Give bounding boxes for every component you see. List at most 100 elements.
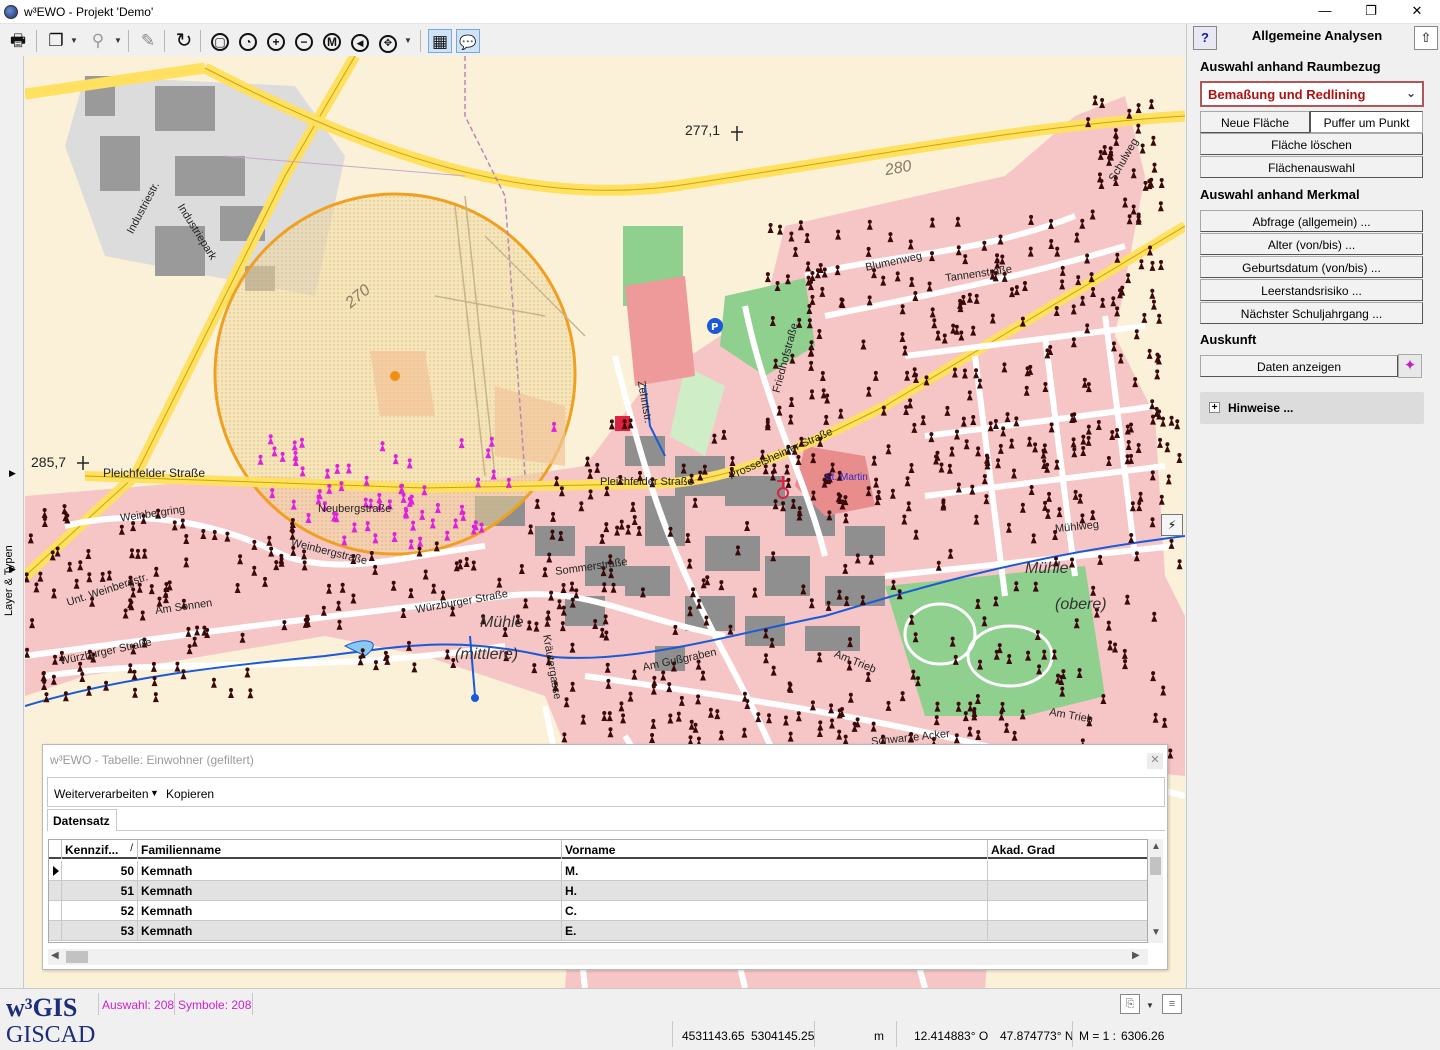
buffer-center-point[interactable]: [390, 371, 400, 381]
schuljahrgang-button[interactable]: Nächster Schuljahrgang ...: [1200, 302, 1423, 324]
street-label: Pleichfelder Straße: [103, 466, 206, 480]
table-window[interactable]: w³EWO - Tabelle: Einwohner (gefiltert) ✕…: [42, 744, 1168, 970]
table-close-button[interactable]: ✕: [1147, 753, 1163, 769]
vertical-scrollbar[interactable]: ▲ ▼: [1148, 839, 1163, 943]
column-header-familienname[interactable]: Familienname: [138, 840, 562, 859]
raumbezug-select[interactable]: Bemaßung und Redlining ⌄: [1200, 81, 1424, 107]
zoom-out-icon[interactable]: −: [292, 29, 316, 53]
chevron-down-icon[interactable]: ▼: [114, 36, 122, 45]
symbol-count: Symbole: 208: [178, 998, 252, 1012]
chevron-down-icon[interactable]: ▼: [70, 36, 78, 45]
cell-kennziffer[interactable]: 53: [62, 921, 138, 941]
leerstandsrisiko-button[interactable]: Leerstandsrisiko ...: [1200, 279, 1423, 301]
section-raumbezug: Auswahl anhand Raumbezug: [1200, 59, 1381, 74]
resident-symbol-body: [372, 663, 379, 671]
neue-flaeche-button[interactable]: Neue Fläche: [1200, 111, 1310, 133]
zoom-previous-icon[interactable]: ◔: [236, 29, 260, 53]
horizontal-scrollbar[interactable]: ◀ ▶: [48, 949, 1148, 965]
minimize-button[interactable]: —: [1302, 0, 1348, 24]
zoom-full-icon[interactable]: ▢: [208, 29, 232, 53]
table-row[interactable]: 51 Kemnath H.: [49, 881, 1147, 901]
column-header-vorname[interactable]: Vorname: [562, 840, 988, 859]
cell-familienname[interactable]: Kemnath: [138, 921, 562, 941]
cell-vorname[interactable]: E.: [562, 921, 988, 941]
layer-panel-strip[interactable]: ▶ Layer & Typen ▶: [0, 56, 24, 988]
list-icon[interactable]: ≡: [1162, 994, 1182, 1014]
zoom-lens-icon[interactable]: ⚲: [86, 29, 110, 53]
cell-kennziffer[interactable]: 50: [62, 861, 138, 881]
close-button[interactable]: ✕: [1394, 0, 1440, 24]
daten-anzeigen-button[interactable]: Daten anzeigen: [1200, 355, 1398, 377]
restore-button[interactable]: ❐: [1348, 0, 1394, 24]
scale-value[interactable]: 6306.26: [1121, 1029, 1164, 1043]
export-icon[interactable]: ⎘: [1120, 994, 1140, 1014]
scroll-thumb[interactable]: [66, 951, 88, 963]
cell-vorname[interactable]: H.: [562, 881, 988, 901]
resident-symbol-body: [1141, 315, 1148, 323]
scroll-thumb[interactable]: [1150, 857, 1161, 875]
tab-datensatz[interactable]: Datensatz: [47, 809, 117, 831]
resident-symbol-body: [132, 690, 139, 698]
resident-symbol-body: [1157, 263, 1164, 271]
street-label: Pleichfelder Straße: [600, 476, 694, 488]
row-indicator: [49, 881, 62, 901]
chevron-down-icon[interactable]: ▼: [150, 788, 159, 798]
cell-familienname[interactable]: Kemnath: [138, 881, 562, 901]
lightning-icon[interactable]: ⚡: [1161, 514, 1183, 536]
cell-familienname[interactable]: Kemnath: [138, 861, 562, 881]
data-grid[interactable]: Kennzif... / Familienname Vorname Akad. …: [48, 839, 1148, 943]
scroll-up-icon[interactable]: ▲: [1151, 841, 1161, 852]
flaechenauswahl-button[interactable]: Flächenauswahl: [1200, 156, 1423, 178]
speech-bubble-icon[interactable]: 💬: [456, 29, 480, 53]
refresh-icon[interactable]: ↻: [172, 29, 196, 53]
scroll-right-icon[interactable]: ▶: [1132, 950, 1140, 961]
pin-icon[interactable]: ⇧: [1414, 26, 1438, 50]
zoom-in-icon[interactable]: +: [264, 29, 288, 53]
zoom-previous-glyph: ◔: [239, 33, 257, 51]
column-header-akad-grad[interactable]: Akad. Grad: [988, 840, 1147, 859]
cell-vorname[interactable]: M.: [562, 861, 988, 881]
menu-weiterverarbeiten[interactable]: Weiterverarbeiten: [54, 787, 149, 801]
cell-akad-grad[interactable]: [988, 921, 1147, 941]
back-icon[interactable]: ◀: [348, 29, 372, 53]
print-icon[interactable]: 🖶: [6, 29, 30, 53]
scroll-left-icon[interactable]: ◀: [51, 950, 59, 961]
cell-akad-grad[interactable]: [988, 901, 1147, 921]
pan-icon[interactable]: ✥: [376, 29, 400, 53]
expand-arrow-icon[interactable]: ▶: [9, 468, 16, 479]
zoom-m-icon[interactable]: M: [320, 29, 344, 53]
scroll-down-icon[interactable]: ▼: [1151, 927, 1161, 938]
table-row[interactable]: 53 Kemnath E.: [49, 921, 1147, 941]
menu-kopieren[interactable]: Kopieren: [166, 787, 214, 801]
cell-akad-grad[interactable]: [988, 881, 1147, 901]
resident-symbol-body: [131, 672, 138, 680]
sort-indicator-icon: /: [130, 843, 133, 854]
edit-pen-icon[interactable]: ✎: [136, 29, 160, 53]
help-button[interactable]: ?: [1193, 26, 1217, 50]
geburtsdatum-button[interactable]: Geburtsdatum (von/bis) ...: [1200, 256, 1423, 278]
row-indicator: [49, 921, 62, 941]
hinweise-expander[interactable]: + Hinweise ...: [1200, 392, 1424, 424]
person-info-icon[interactable]: ✦: [1398, 354, 1422, 378]
chevron-down-icon[interactable]: ▼: [1146, 1001, 1154, 1010]
table-row[interactable]: 50 Kemnath M.: [49, 861, 1147, 881]
chevron-down-icon[interactable]: ⌄: [1404, 86, 1418, 102]
table-row[interactable]: 52 Kemnath C.: [49, 901, 1147, 921]
cell-familienname[interactable]: Kemnath: [138, 901, 562, 921]
expand-plus-icon[interactable]: +: [1209, 402, 1220, 413]
column-header-kennziffer[interactable]: Kennzif... /: [62, 840, 138, 859]
abfrage-button[interactable]: Abfrage (allgemein) ...: [1200, 210, 1423, 232]
puffer-um-punkt-button[interactable]: Puffer um Punkt: [1310, 111, 1423, 133]
table-icon[interactable]: ▦: [428, 29, 452, 53]
cell-vorname[interactable]: C.: [562, 901, 988, 921]
chevron-down-icon[interactable]: ▼: [404, 36, 412, 45]
resident-symbol-body: [1168, 418, 1175, 426]
copy-icon[interactable]: ❐: [44, 29, 68, 53]
alter-button[interactable]: Alter (von/bis) ...: [1200, 233, 1423, 255]
flaeche-loeschen-button[interactable]: Fläche löschen: [1200, 133, 1423, 155]
cell-kennziffer[interactable]: 52: [62, 901, 138, 921]
layer-types-label[interactable]: Layer & Typen: [3, 545, 15, 616]
expand-arrow-icon[interactable]: ▶: [9, 564, 16, 575]
cell-kennziffer[interactable]: 51: [62, 881, 138, 901]
cell-akad-grad[interactable]: [988, 861, 1147, 881]
